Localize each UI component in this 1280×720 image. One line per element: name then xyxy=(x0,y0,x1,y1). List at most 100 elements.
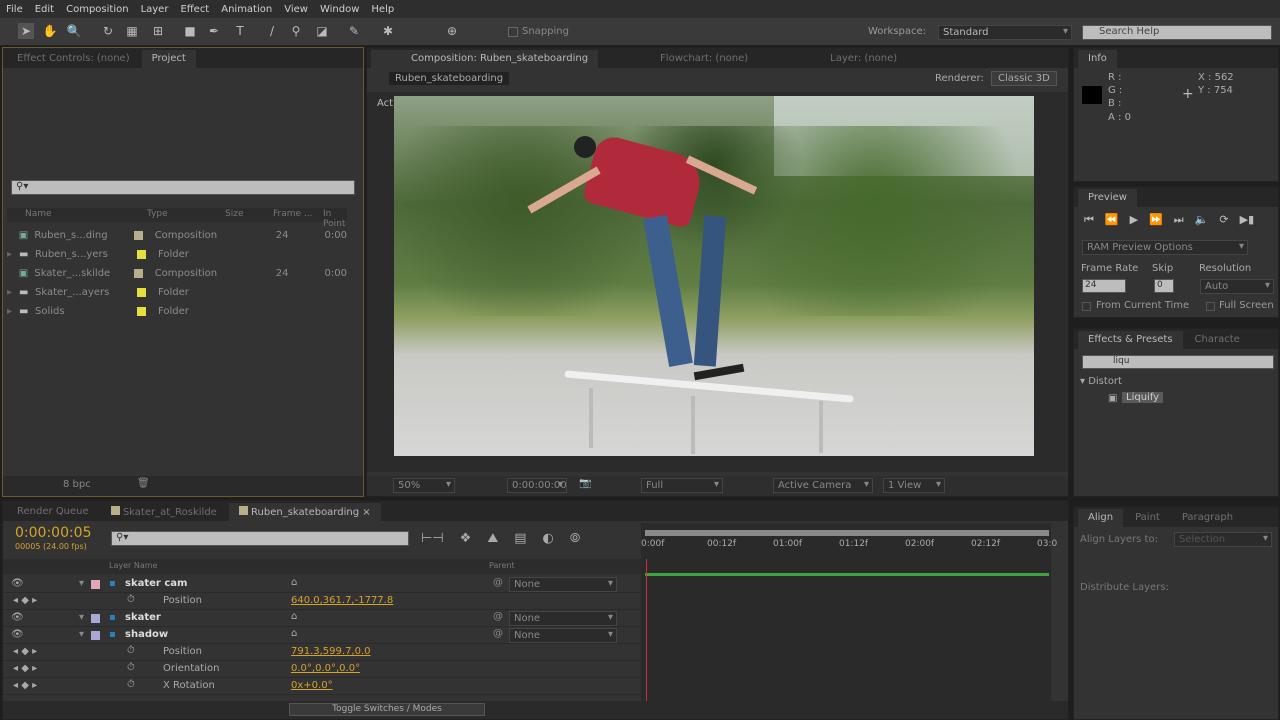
play-icon[interactable]: ▶ xyxy=(1130,213,1138,227)
keyframe-navigator[interactable]: ◂ ◆ ▸ xyxy=(13,595,37,606)
axis-mode-icon[interactable]: ⊕ xyxy=(444,23,460,39)
effects-search-input[interactable]: liqu xyxy=(1082,355,1274,369)
effect-liquify[interactable]: Liquify xyxy=(1122,392,1164,403)
prev-frame-icon[interactable]: ⏪ xyxy=(1105,213,1119,227)
col-size[interactable]: Size xyxy=(225,209,243,219)
parent-dropdown[interactable]: None xyxy=(509,577,617,592)
pickwhip-icon[interactable]: @ xyxy=(493,577,503,588)
motion-blur-icon[interactable]: ◐ xyxy=(543,531,554,546)
comp-mini-flowchart-icon[interactable]: ⊢⊣ xyxy=(421,531,444,546)
col-frame[interactable]: Frame ... xyxy=(273,209,313,219)
expand-twirl-icon[interactable]: ▾ xyxy=(79,578,84,589)
label-color[interactable] xyxy=(137,288,146,297)
trash-icon[interactable]: 🗑 xyxy=(137,478,150,489)
stopwatch-icon[interactable]: ⏱ xyxy=(127,645,135,656)
visibility-eye-icon[interactable]: 👁 xyxy=(11,629,24,640)
menu-view[interactable]: View xyxy=(284,4,308,15)
comp-breadcrumb[interactable]: Ruben_skateboarding xyxy=(389,72,510,85)
rectangle-tool-icon[interactable]: ■ xyxy=(182,23,198,39)
tab-skater-at-roskilde[interactable]: Skater_at_Roskilde xyxy=(101,503,227,521)
menu-help[interactable]: Help xyxy=(371,4,394,15)
toggle-switches-modes-button[interactable]: Toggle Switches / Modes xyxy=(289,703,485,716)
eraser-tool-icon[interactable]: ◪ xyxy=(314,23,330,39)
layer-row[interactable]: 👁 ▾ ▪ skater ⌂ @ None xyxy=(3,610,643,627)
keyframe-navigator[interactable]: ◂ ◆ ▸ xyxy=(13,646,37,657)
project-item[interactable]: ▸ ▬ Ruben_s...yers Folder xyxy=(7,245,347,264)
clone-tool-icon[interactable]: ⚲ xyxy=(288,23,304,39)
skip-input[interactable]: 0 xyxy=(1154,279,1174,293)
layer-name[interactable]: shadow xyxy=(125,629,168,640)
category-distort[interactable]: ▾ Distort xyxy=(1080,376,1122,387)
parent-dropdown[interactable]: None xyxy=(509,628,617,643)
from-current-time-checkbox[interactable] xyxy=(1082,302,1091,311)
visibility-eye-icon[interactable]: 👁 xyxy=(11,612,24,623)
work-area-bar[interactable] xyxy=(645,530,1049,536)
renderer-button[interactable]: Classic 3D xyxy=(991,71,1057,86)
shy-switch-icon[interactable]: ⌂ xyxy=(291,628,297,639)
brush-tool-icon[interactable]: / xyxy=(264,23,280,39)
selection-tool-icon[interactable]: ➤ xyxy=(18,23,34,39)
current-time-field[interactable]: 0:00:00:00 xyxy=(507,478,567,493)
snapshot-icon[interactable]: 📷 xyxy=(579,478,591,489)
stopwatch-icon[interactable]: ⏱ xyxy=(127,679,135,690)
search-help-input[interactable]: Search Help xyxy=(1082,25,1272,40)
text-tool-icon[interactable]: T xyxy=(232,23,248,39)
tab-character[interactable]: Characte xyxy=(1185,331,1250,349)
property-row[interactable]: ◂ ◆ ▸ ⏱ Position 640.0,361.7,-1777.8 xyxy=(3,593,643,610)
stopwatch-icon[interactable]: ⏱ xyxy=(127,594,135,605)
tab-effect-controls[interactable]: Effect Controls: (none) xyxy=(7,50,140,68)
layer-name[interactable]: skater xyxy=(125,612,161,623)
pickwhip-icon[interactable]: @ xyxy=(493,611,503,622)
roto-brush-icon[interactable]: ✎ xyxy=(346,23,362,39)
menu-composition[interactable]: Composition xyxy=(66,4,128,15)
tab-paragraph[interactable]: Paragraph xyxy=(1172,509,1243,527)
camera-dropdown[interactable]: Active Camera xyxy=(773,478,873,493)
loop-icon[interactable]: ⟳ xyxy=(1219,213,1228,227)
project-item[interactable]: ▸ ▬ Skater_...ayers Folder xyxy=(7,283,347,302)
first-frame-icon[interactable]: ⏮ xyxy=(1084,213,1094,227)
property-row[interactable]: ◂ ◆ ▸ ⏱ Position 791.3,599.7,0.0 xyxy=(3,644,643,661)
tab-align[interactable]: Align xyxy=(1078,509,1124,527)
graph-editor-icon[interactable]: ⦾ xyxy=(570,531,580,546)
menu-file[interactable]: File xyxy=(6,4,23,15)
stopwatch-icon[interactable]: ⏱ xyxy=(127,662,135,673)
expand-twirl-icon[interactable]: ▾ xyxy=(79,629,84,640)
next-frame-icon[interactable]: ⏩ xyxy=(1149,213,1163,227)
label-color[interactable] xyxy=(91,614,100,623)
property-value[interactable]: 640.0,361.7,-1777.8 xyxy=(291,595,393,606)
playhead[interactable] xyxy=(646,559,647,703)
tab-paint[interactable]: Paint xyxy=(1125,509,1170,527)
keyframe-navigator[interactable]: ◂ ◆ ▸ xyxy=(13,680,37,691)
shy-icon[interactable]: ⛰ xyxy=(487,531,498,546)
project-item[interactable]: ▣ Skater_...skilde Composition 24 0:00 xyxy=(7,264,347,283)
tab-flowchart[interactable]: Flowchart: (none) xyxy=(650,50,758,68)
resolution-dropdown-preview[interactable]: Auto xyxy=(1200,279,1274,294)
label-color[interactable] xyxy=(137,250,146,259)
property-value[interactable]: 0x+0.0° xyxy=(291,680,333,691)
shy-switch-icon[interactable]: ⌂ xyxy=(291,577,297,588)
label-color[interactable] xyxy=(91,580,100,589)
expand-twirl-icon[interactable]: ▾ xyxy=(79,612,84,623)
bpc-button[interactable]: 8 bpc xyxy=(63,479,91,490)
menu-layer[interactable]: Layer xyxy=(141,4,169,15)
shy-switch-icon[interactable]: ⌂ xyxy=(291,611,297,622)
layer-row[interactable]: 👁 ▾ ▪ skater cam ⌂ @ None xyxy=(3,576,643,593)
visibility-eye-icon[interactable]: 👁 xyxy=(11,578,24,589)
pan-behind-tool-icon[interactable]: ⊞ xyxy=(150,23,166,39)
property-value[interactable]: 791.3,599.7,0.0 xyxy=(291,646,371,657)
pen-tool-icon[interactable]: ✒ xyxy=(206,23,222,39)
tab-effects-presets[interactable]: Effects & Presets xyxy=(1078,331,1183,349)
workspace-dropdown[interactable]: Standard xyxy=(938,25,1072,40)
zoom-tool-icon[interactable]: 🔍 xyxy=(66,23,82,39)
tab-project[interactable]: Project xyxy=(141,50,196,68)
pickwhip-icon[interactable]: @ xyxy=(493,628,503,639)
rotate-tool-icon[interactable]: ↻ xyxy=(100,23,116,39)
tab-info[interactable]: Info xyxy=(1078,50,1117,68)
last-frame-icon[interactable]: ⏭ xyxy=(1174,213,1184,227)
label-color[interactable] xyxy=(137,307,146,316)
label-color[interactable] xyxy=(91,631,100,640)
menu-edit[interactable]: Edit xyxy=(35,4,54,15)
menu-animation[interactable]: Animation xyxy=(221,4,272,15)
audio-icon[interactable]: 🔈 xyxy=(1195,213,1209,227)
resolution-dropdown[interactable]: Full xyxy=(641,478,723,493)
